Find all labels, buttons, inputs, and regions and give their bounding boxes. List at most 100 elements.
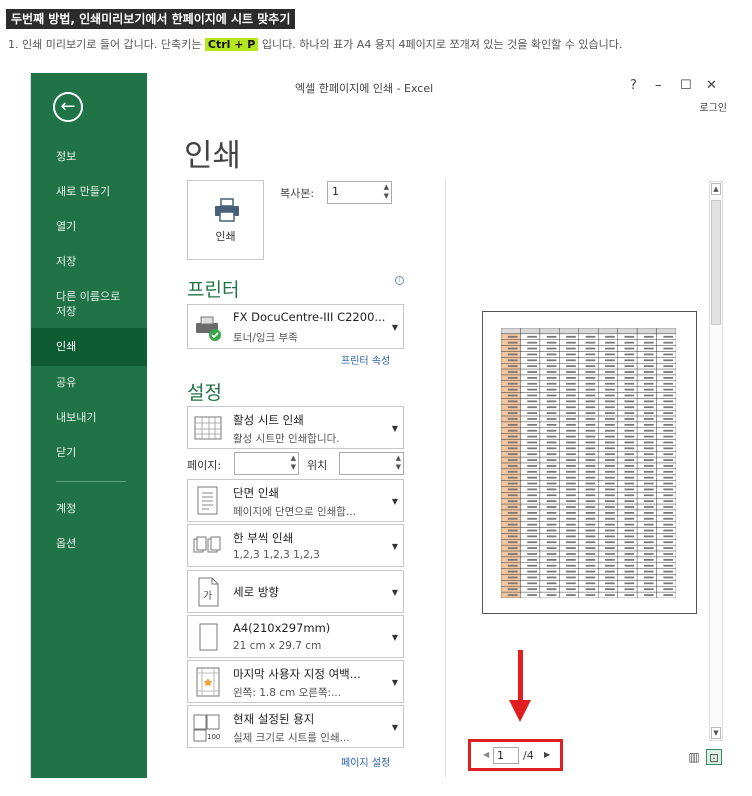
preview-cell [598, 328, 618, 335]
preview-cell-value [546, 441, 557, 444]
page-navigator: ◀ 1 /4 ▶ [468, 739, 563, 771]
print-what-dropdown[interactable]: 활성 시트 인쇄 활성 시트만 인쇄합니다. ▼ [187, 406, 404, 449]
preview-cell-value [624, 359, 635, 362]
nav-close[interactable]: 닫기 [31, 445, 147, 460]
pages-from-spinner-icon[interactable]: ▲ ▼ [291, 454, 296, 472]
scroll-down-icon[interactable]: ▼ [711, 727, 721, 739]
preview-cell-value [585, 500, 596, 503]
margins-dropdown[interactable]: 마지막 사용자 지정 여백... 왼쪽: 1.8 cm 오른쪽:... ▼ [187, 660, 404, 703]
nav-export[interactable]: 내보내기 [31, 410, 147, 425]
scroll-up-icon[interactable]: ▲ [711, 183, 721, 195]
collate-dropdown[interactable]: 한 부씩 인쇄 1,2,3 1,2,3 1,2,3 ▼ [187, 524, 404, 567]
nav-new[interactable]: 새로 만들기 [31, 184, 147, 199]
back-arrow-icon[interactable]: ← [53, 92, 83, 122]
copies-spinner-icon[interactable]: ▲ ▼ [384, 183, 389, 201]
preview-cell-value [507, 535, 518, 538]
preview-cell-value [605, 400, 615, 403]
preview-cell-value [605, 482, 615, 485]
preview-cell-value [605, 353, 615, 356]
preview-cell-value [663, 423, 674, 426]
preview-cell-value [585, 529, 596, 532]
paper-size-dropdown[interactable]: A4(210x297mm) 21 cm x 29.7 cm ▼ [187, 615, 404, 658]
nav-print[interactable]: 인쇄 [31, 328, 147, 366]
current-page-input[interactable]: 1 [493, 747, 519, 764]
page-setup-link[interactable]: 페이지 설정 [341, 754, 390, 769]
preview-cell-value [507, 429, 518, 432]
maximize-button[interactable]: ☐ [680, 78, 692, 93]
preview-cell-value [624, 406, 635, 409]
preview-cell-value [605, 488, 615, 491]
preview-cell-value [624, 488, 635, 491]
info-icon[interactable]: i [395, 276, 404, 285]
preview-cell-value [585, 441, 596, 444]
preview-cell-value [527, 365, 537, 368]
preview-cell-value [546, 394, 557, 397]
close-button[interactable]: ✕ [706, 78, 717, 93]
previous-page-icon[interactable]: ◀ [483, 750, 489, 759]
preview-cell-value [566, 388, 576, 391]
preview-cell-value [663, 512, 674, 514]
preview-cell-value [546, 553, 557, 555]
show-margins-icon[interactable]: ▥ [686, 749, 702, 765]
nav-share[interactable]: 공유 [31, 375, 147, 390]
preview-cell-value [585, 423, 596, 426]
preview-cell-value [605, 359, 615, 362]
minimize-button[interactable]: – [655, 78, 662, 93]
nav-info[interactable]: 정보 [31, 149, 147, 164]
zoom-to-page-icon[interactable]: ⊡ [706, 749, 722, 765]
preview-cell-value [585, 558, 596, 561]
preview-cell-value [605, 476, 615, 479]
preview-cell-value [663, 388, 674, 391]
pages-to-input[interactable]: ▲ ▼ [339, 452, 404, 475]
preview-cell-value [585, 488, 596, 491]
orientation-dropdown[interactable]: 가 세로 방향 ▼ [187, 570, 404, 613]
print-button[interactable]: 인쇄 [187, 180, 264, 260]
help-button[interactable]: ? [630, 78, 637, 93]
pages-from-input[interactable]: ▲ ▼ [234, 452, 299, 475]
login-link[interactable]: 로그인 [699, 99, 727, 114]
preview-cell-value [624, 529, 635, 532]
nav-save-as[interactable]: 다른 이름으로 저장 [31, 289, 131, 319]
scaling-dropdown[interactable]: 100 현재 설정된 용지 실제 크기로 시트를 인쇄... ▼ [187, 705, 404, 748]
sides-dropdown[interactable]: 단면 인쇄 페이지에 단면으로 인쇄합... ▼ [187, 479, 404, 522]
preview-cell-value [546, 512, 557, 514]
pages-to-spinner-icon[interactable]: ▲ ▼ [396, 454, 401, 472]
printer-properties-link[interactable]: 프린터 속성 [341, 352, 390, 367]
nav-save[interactable]: 저장 [31, 254, 147, 269]
preview-cell-value [546, 570, 557, 573]
preview-cell-value [527, 371, 537, 373]
printer-status-icon [196, 316, 221, 341]
preview-cell-value [585, 453, 596, 456]
portrait-orientation-icon: 가 [198, 577, 219, 606]
preview-cell-value [585, 553, 596, 555]
preview-cell-value [605, 588, 615, 591]
nav-options[interactable]: 옵션 [31, 536, 147, 551]
preview-cell-value [605, 541, 615, 544]
preview-cell-value [546, 353, 557, 356]
preview-cell-value [546, 435, 557, 438]
preview-cell-value [507, 570, 518, 573]
preview-cell-value [624, 423, 635, 426]
nav-open[interactable]: 열기 [31, 219, 147, 234]
preview-scrollbar[interactable]: ▲ ▼ [709, 181, 723, 741]
printer-dropdown[interactable]: FX DocuCentre-III C2200... 토너/잉크 부족 ▼ [187, 304, 404, 349]
preview-cell-value [585, 535, 596, 538]
nav-account[interactable]: 계정 [31, 501, 147, 516]
preview-cell-value [643, 406, 654, 409]
preview-cell-value [663, 359, 674, 362]
next-page-icon[interactable]: ▶ [544, 750, 550, 759]
preview-cell-value [605, 453, 615, 456]
preview-cell-value [507, 371, 518, 373]
preview-cell-value [585, 435, 596, 438]
scrollbar-thumb[interactable] [711, 200, 721, 325]
preview-cell-value [643, 423, 654, 426]
preview-cell-value [566, 335, 576, 338]
preview-cell-value [663, 465, 674, 467]
chevron-down-icon: ▼ [391, 677, 398, 687]
preview-cell-value [546, 594, 557, 596]
preview-cell-value [605, 529, 615, 532]
preview-cell-value [624, 523, 635, 526]
preview-cell-value [566, 488, 576, 491]
copies-input[interactable]: 1 ▲ ▼ [327, 181, 392, 204]
preview-cell-value [585, 582, 596, 585]
